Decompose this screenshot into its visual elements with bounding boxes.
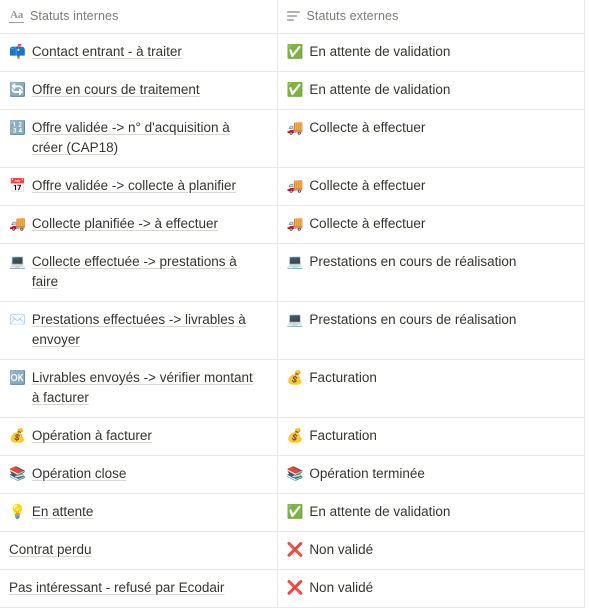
cell-statut-externe[interactable]: 📚 Opération terminée [277, 455, 585, 494]
table-row[interactable]: 💡 En attente ✅ En attente de validation [0, 493, 585, 532]
delivery-truck-icon: 🚚 [286, 215, 304, 232]
cell-statut-externe[interactable]: ✅ En attente de validation [277, 493, 585, 532]
money-bag-icon: 💰 [9, 427, 26, 444]
statut-interne-label: Prestations effectuées -> livrables à en… [31, 311, 246, 347]
books-icon: 📚 [9, 465, 26, 482]
statut-interne-label: Pas intéressant - refusé par Ecodair [9, 579, 225, 595]
table-row[interactable]: 📚 Opération close 📚 Opération terminée [0, 455, 585, 494]
statut-interne-label: Collecte effectuée -> prestations à fair… [31, 253, 237, 289]
cell-statut-interne[interactable]: 🚚 Collecte planifiée -> à effectuer [0, 205, 278, 244]
table-row[interactable]: 📫 Contact entrant - à traiter ✅ En attente … [0, 33, 585, 72]
cell-statut-interne[interactable]: 📚 Opération close [0, 455, 278, 494]
statut-interne-label: Opération à facturer [31, 427, 152, 443]
statut-interne-label: Contact entrant - à traiter [31, 43, 182, 59]
statut-externe-label: Collecte à effectuer [309, 215, 426, 231]
cell-statut-externe[interactable]: 💰 Facturation [277, 359, 585, 418]
cell-statut-externe[interactable]: ❌ Non validé [277, 531, 585, 570]
column-header-statuts-internes[interactable]: Aa Statuts internes [0, 0, 278, 34]
statut-externe-label: En attente de validation [309, 81, 451, 97]
money-bag-icon: 💰 [286, 427, 304, 444]
statut-externe-label: Opération terminée [309, 465, 425, 481]
statut-externe-label: Facturation [309, 427, 377, 443]
calendar-icon: 📅 [9, 177, 26, 194]
statut-interne-label: Offre validée -> n° d'acquisition à crée… [31, 119, 230, 155]
cross-mark-icon: ❌ [286, 541, 304, 558]
cell-statut-externe[interactable]: 🚚 Collecte à effectuer [277, 109, 585, 168]
statut-interne-label: Collecte planifiée -> à effectuer [31, 215, 219, 231]
column-header-label: Statuts externes [306, 9, 399, 24]
delivery-truck-icon: 🚚 [286, 119, 304, 136]
select-property-icon [286, 9, 301, 23]
cell-statut-externe[interactable]: 💻 Prestations en cours de réalisation [277, 301, 585, 360]
check-mark-button-icon: ✅ [286, 503, 304, 520]
statuses-database-table: Aa Statuts internes Statuts externes 📫 Co… [0, 0, 585, 608]
cell-statut-externe[interactable]: ✅ En attente de validation [277, 71, 585, 110]
cell-statut-interne[interactable]: Contrat perdu [0, 531, 278, 570]
table-header-row: Aa Statuts internes Statuts externes [0, 0, 585, 34]
table-header: Aa Statuts internes Statuts externes [0, 0, 585, 34]
statut-externe-label: Collecte à effectuer [309, 119, 426, 135]
column-header-label: Statuts internes [30, 9, 119, 24]
cell-statut-interne[interactable]: 📫 Contact entrant - à traiter [0, 33, 278, 72]
delivery-truck-icon: 🚚 [286, 177, 304, 194]
cell-statut-interne[interactable]: 🔢 Offre validée -> n° d'acquisition à cré… [0, 109, 278, 168]
table-row[interactable]: Pas intéressant - refusé par Ecodair ❌ Non… [0, 569, 585, 608]
cell-statut-interne[interactable]: 🔄 Offre en cours de traitement [0, 71, 278, 110]
statut-externe-label: Collecte à effectuer [309, 177, 426, 193]
cell-statut-interne[interactable]: 💻 Collecte effectuée -> prestations à fai… [0, 243, 278, 302]
table-row[interactable]: 🚚 Collecte planifiée -> à effectuer 🚚 Colle… [0, 205, 585, 244]
cell-statut-externe[interactable]: 🚚 Collecte à effectuer [277, 167, 585, 206]
column-header-statuts-externes[interactable]: Statuts externes [277, 0, 585, 34]
counterclockwise-arrows-icon: 🔄 [9, 81, 26, 98]
cell-statut-interne[interactable]: Pas intéressant - refusé par Ecodair [0, 569, 278, 608]
statut-externe-label: Non validé [309, 579, 374, 595]
statut-externe-label: Prestations en cours de réalisation [309, 253, 517, 269]
laptop-icon: 💻 [286, 253, 304, 270]
statut-externe-label: En attente de validation [309, 43, 451, 59]
table-row[interactable]: 📅 Offre validée -> collecte à planifier 🚚 C… [0, 167, 585, 206]
table-row[interactable]: 🔢 Offre validée -> n° d'acquisition à cré… [0, 109, 585, 168]
statut-interne-label: Offre validée -> collecte à planifier [31, 177, 237, 193]
cell-statut-interne[interactable]: 💰 Opération à facturer [0, 417, 278, 456]
statut-externe-label: Prestations en cours de réalisation [309, 311, 517, 327]
table-row[interactable]: 🆗 Livrables envoyés -> vérifier montant à… [0, 359, 585, 418]
light-bulb-icon: 💡 [9, 503, 26, 520]
text-property-icon: Aa [9, 9, 24, 24]
statut-interne-label: Opération close [31, 465, 127, 481]
cell-statut-externe[interactable]: 🚚 Collecte à effectuer [277, 205, 585, 244]
table-row[interactable]: ✉️ Prestations effectuées -> livrables à … [0, 301, 585, 360]
books-icon: 📚 [286, 465, 304, 482]
input-numbers-icon: 🔢 [9, 119, 26, 136]
laptop-icon: 💻 [9, 253, 26, 270]
mailbox-icon: 📫 [9, 43, 26, 60]
cross-mark-icon: ❌ [286, 579, 304, 596]
laptop-icon: 💻 [286, 311, 304, 328]
table-body: 📫 Contact entrant - à traiter ✅ En attente … [0, 33, 585, 608]
cell-statut-interne[interactable]: 🆗 Livrables envoyés -> vérifier montant à… [0, 359, 278, 418]
ok-button-icon: 🆗 [9, 369, 26, 386]
table-row[interactable]: Contrat perdu ❌ Non validé [0, 531, 585, 570]
money-bag-icon: 💰 [286, 369, 304, 386]
statut-externe-label: Non validé [309, 541, 374, 557]
statut-interne-label: Offre en cours de traitement [31, 81, 200, 97]
statut-externe-label: En attente de validation [309, 503, 451, 519]
cell-statut-externe[interactable]: 💰 Facturation [277, 417, 585, 456]
cell-statut-interne[interactable]: 💡 En attente [0, 493, 278, 532]
cell-statut-externe[interactable]: ❌ Non validé [277, 569, 585, 608]
statut-interne-label: En attente [31, 503, 94, 519]
check-mark-button-icon: ✅ [286, 43, 304, 60]
cell-statut-interne[interactable]: 📅 Offre validée -> collecte à planifier [0, 167, 278, 206]
table-row[interactable]: 🔄 Offre en cours de traitement ✅ En attente… [0, 71, 585, 110]
check-mark-button-icon: ✅ [286, 81, 304, 98]
table-row[interactable]: 💻 Collecte effectuée -> prestations à fai… [0, 243, 585, 302]
statut-externe-label: Facturation [309, 369, 377, 385]
cell-statut-externe[interactable]: ✅ En attente de validation [277, 33, 585, 72]
statut-interne-label: Livrables envoyés -> vérifier montant à … [31, 369, 253, 405]
cell-statut-interne[interactable]: ✉️ Prestations effectuées -> livrables à … [0, 301, 278, 360]
statut-interne-label: Contrat perdu [9, 541, 92, 557]
envelope-icon: ✉️ [9, 311, 26, 328]
delivery-truck-icon: 🚚 [9, 215, 26, 232]
cell-statut-externe[interactable]: 💻 Prestations en cours de réalisation [277, 243, 585, 302]
table-row[interactable]: 💰 Opération à facturer 💰 Facturation [0, 417, 585, 456]
